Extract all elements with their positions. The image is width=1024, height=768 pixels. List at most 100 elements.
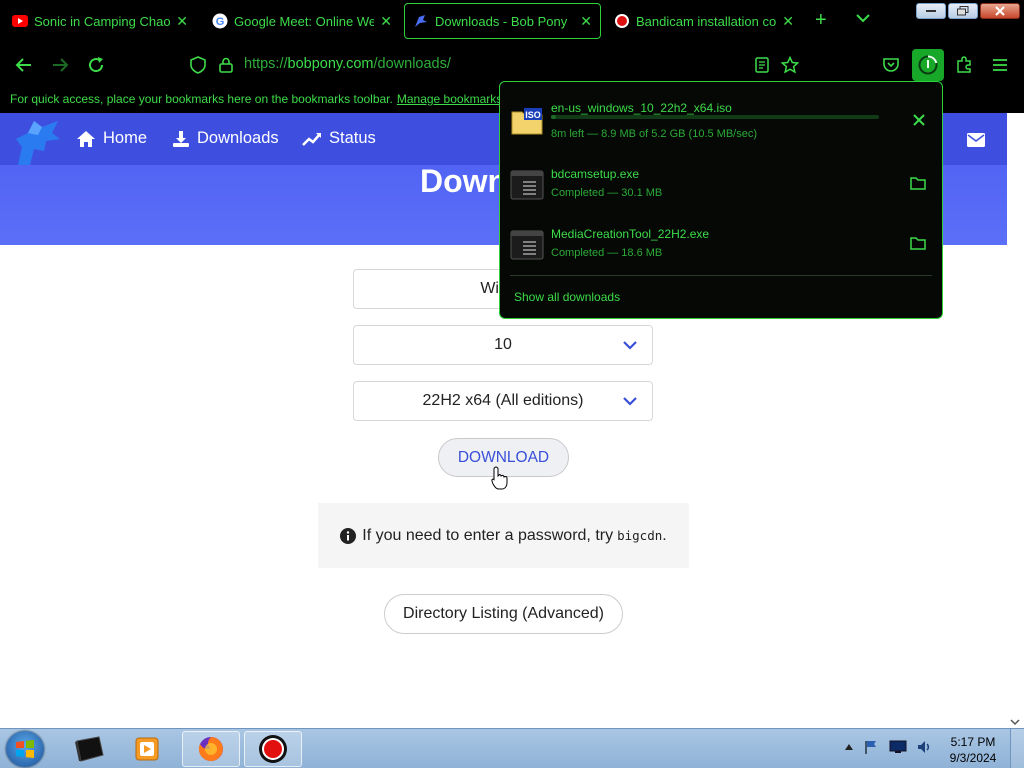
url-scheme: https://	[244, 56, 288, 72]
bobpony-logo[interactable]	[12, 117, 64, 167]
address-bar[interactable]: https://bobpony.com/downloads/	[244, 56, 451, 72]
tab-bar: Sonic in Camping Chaos - ✕ G Google Meet…	[0, 0, 1024, 44]
cancel-download-icon[interactable]	[912, 113, 926, 130]
panel-divider	[510, 275, 932, 276]
download-filename: MediaCreationTool_22H2.exe	[551, 227, 710, 241]
action-center-flag-icon[interactable]	[863, 739, 879, 755]
list-all-tabs-chevron-icon[interactable]	[856, 10, 870, 28]
new-tab-plus-icon[interactable]: +	[815, 10, 827, 30]
hamburger-menu-icon[interactable]	[990, 55, 1010, 75]
tracking-protection-shield-icon[interactable]	[188, 55, 208, 75]
lock-icon[interactable]	[216, 55, 236, 75]
password-info-box: If you need to enter a password, try big…	[318, 503, 689, 568]
restore-button[interactable]	[948, 3, 978, 19]
info-circle-icon	[340, 527, 357, 544]
taskbar-clock[interactable]: 5:17 PM 9/3/2024	[944, 734, 1002, 766]
exe-file-icon	[510, 170, 544, 202]
nav-home-link[interactable]: Home	[76, 129, 147, 148]
close-window-button[interactable]	[980, 3, 1020, 19]
pocket-icon[interactable]	[881, 55, 901, 75]
scroll-down-arrow-icon[interactable]	[1010, 718, 1020, 726]
navigation-toolbar: https://bobpony.com/downloads/	[0, 44, 1024, 86]
close-tab-icon[interactable]: ✕	[176, 13, 188, 30]
bandicam-app-icon[interactable]	[244, 731, 302, 767]
password-code: bigcdn	[617, 528, 663, 543]
svg-text:G: G	[216, 16, 225, 28]
reload-icon[interactable]	[86, 55, 106, 75]
reader-view-icon[interactable]	[752, 55, 772, 75]
page-scrollbar[interactable]	[1007, 113, 1024, 728]
bookmarks-hint-text: For quick access, place your bookmarks h…	[10, 92, 393, 106]
build-select[interactable]: 22H2 x64 (All editions)	[353, 381, 653, 421]
google-icon: G	[212, 13, 228, 29]
show-desktop-button[interactable]	[1010, 729, 1024, 768]
terminal-app-icon[interactable]	[60, 731, 118, 767]
back-arrow-icon[interactable]	[14, 55, 34, 75]
nav-downloads-link[interactable]: Downloads	[172, 129, 279, 148]
tab-label: Downloads - Bob Pony	[435, 13, 568, 29]
manage-bookmarks-link[interactable]: Manage bookmarks...	[397, 92, 512, 106]
close-tab-icon[interactable]: ✕	[782, 13, 794, 30]
page-title: Down	[420, 163, 508, 199]
download-status: Completed — 30.1 MB	[551, 187, 663, 199]
start-orb-icon[interactable]	[6, 731, 44, 767]
firefox-app-icon[interactable]	[182, 731, 240, 767]
network-monitor-icon[interactable]	[889, 740, 907, 754]
url-host: bobpony.com	[287, 56, 374, 72]
iso-file-icon: ISO	[510, 104, 544, 136]
version-select-value: 10	[494, 336, 512, 353]
bookmark-star-icon[interactable]	[780, 55, 800, 75]
forward-arrow-icon[interactable]	[50, 55, 70, 75]
extensions-puzzle-icon[interactable]	[954, 55, 974, 75]
download-status: 8m left — 8.9 MB of 5.2 GB (10.5 MB/sec)	[551, 128, 758, 140]
password-info-text: If you need to enter a password, try	[362, 526, 614, 544]
windows-taskbar: 5:17 PM 9/3/2024	[0, 728, 1024, 768]
tab-downloads-bob-pony[interactable]: Downloads - Bob Pony ✕	[404, 3, 601, 39]
clock-time: 5:17 PM	[950, 735, 996, 749]
close-tab-icon[interactable]: ✕	[580, 13, 592, 30]
hand-pointer-cursor-icon	[491, 466, 509, 495]
downloads-panel: ISO en-us_windows_10_22h2_x64.iso 8m lef…	[499, 81, 943, 319]
chevron-down-icon	[623, 341, 637, 350]
youtube-icon	[12, 13, 28, 29]
tab-label: Sonic in Camping Chaos -	[34, 13, 171, 29]
bandicam-icon	[614, 13, 630, 29]
password-info-end: .	[662, 526, 667, 544]
tab-label: Bandicam installation con	[636, 13, 777, 29]
envelope-icon[interactable]	[967, 133, 985, 152]
build-select-value: 22H2 x64 (All editions)	[422, 392, 584, 409]
download-filename: en-us_windows_10_22h2_x64.iso	[551, 101, 732, 115]
open-folder-icon[interactable]	[910, 176, 926, 193]
tab-label: Google Meet: Online Web	[234, 13, 375, 29]
clock-date: 9/3/2024	[949, 751, 997, 765]
download-item[interactable]: bdcamsetup.exe Completed — 30.1 MB	[500, 156, 942, 216]
volume-speaker-icon[interactable]	[917, 739, 933, 755]
nav-home-label: Home	[103, 129, 148, 147]
close-tab-icon[interactable]: ✕	[380, 13, 392, 30]
nav-downloads-label: Downloads	[197, 129, 279, 147]
tab-google-meet[interactable]: G Google Meet: Online Web ✕	[204, 3, 400, 39]
directory-listing-button[interactable]: Directory Listing (Advanced)	[384, 594, 623, 634]
minimize-button[interactable]	[916, 3, 946, 19]
show-hidden-icons-arrow-icon[interactable]	[845, 744, 853, 750]
version-select[interactable]: 10	[353, 325, 653, 365]
download-icon	[173, 130, 189, 147]
download-filename: bdcamsetup.exe	[551, 167, 640, 181]
nav-status-link[interactable]: Status	[302, 129, 376, 148]
chevron-down-icon	[623, 397, 637, 406]
download-item[interactable]: MediaCreationTool_22H2.exe Completed — 1…	[500, 216, 942, 276]
media-player-app-icon[interactable]	[118, 731, 176, 767]
bobpony-icon	[413, 13, 429, 29]
exe-file-icon	[510, 230, 544, 262]
tab-youtube[interactable]: Sonic in Camping Chaos - ✕	[4, 3, 196, 39]
download-progress-bar	[551, 115, 879, 119]
open-folder-icon[interactable]	[910, 236, 926, 253]
url-path: /downloads/	[373, 56, 451, 72]
chart-line-icon	[302, 132, 321, 146]
show-all-downloads-link[interactable]: Show all downloads	[514, 290, 620, 304]
svg-text:ISO: ISO	[525, 110, 541, 120]
download-item[interactable]: ISO en-us_windows_10_22h2_x64.iso 8m lef…	[500, 90, 942, 150]
tab-bandicam[interactable]: Bandicam installation con ✕	[606, 3, 802, 39]
downloads-progress-button[interactable]	[912, 49, 944, 81]
download-progress-fill	[551, 115, 556, 119]
